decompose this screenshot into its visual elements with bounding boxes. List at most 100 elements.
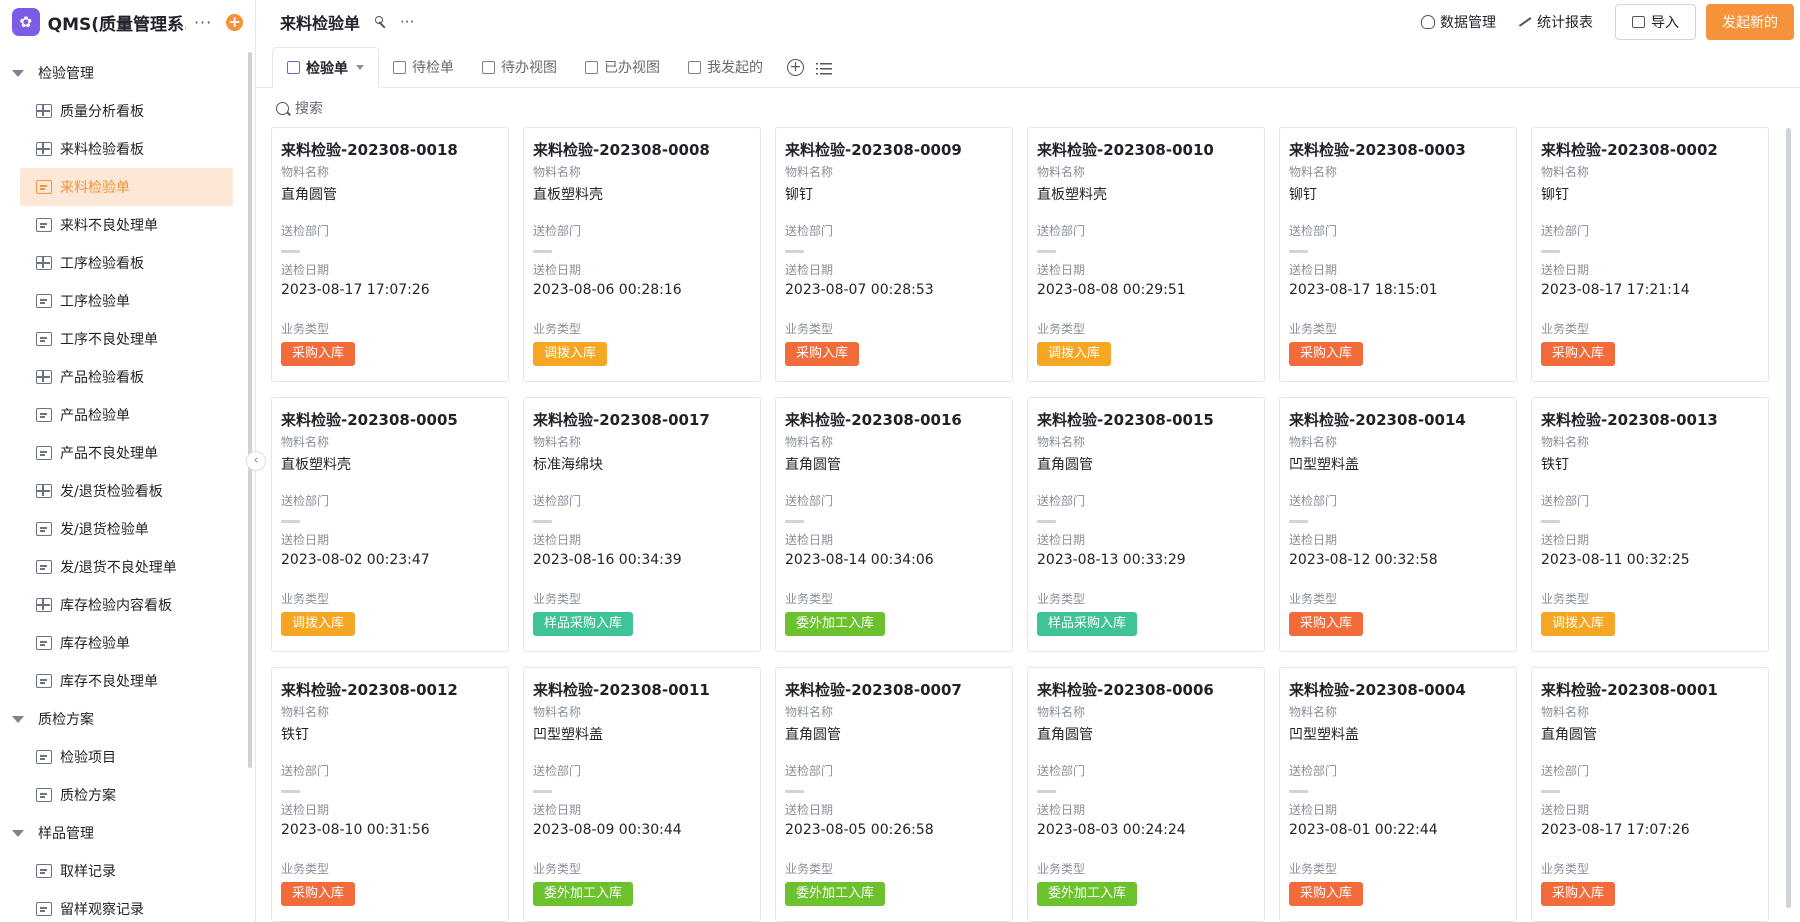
- stats-report-link[interactable]: 统计报表: [1518, 12, 1593, 32]
- tab-1[interactable]: 检验单: [272, 47, 379, 88]
- chevron-down-icon[interactable]: [356, 65, 364, 70]
- record-card[interactable]: 来料检验-202308-0006 物料名称 直角圆管 送检部门 送检日期 2023-08-…: [1027, 667, 1265, 922]
- sidebar-item-label: 检验项目: [60, 750, 116, 766]
- card-title: 来料检验-202308-0003: [1289, 141, 1466, 159]
- biz-type-badge: 采购入库: [1289, 882, 1364, 906]
- sidebar-item-label: 工序检验看板: [60, 256, 144, 272]
- import-button[interactable]: 导入: [1615, 4, 1696, 40]
- database-icon: [1421, 15, 1435, 29]
- sidebar-collapse-icon[interactable]: ‹: [246, 451, 266, 471]
- record-card[interactable]: 来料检验-202308-0007 物料名称 直角圆管 送检部门 送检日期 2023-08-…: [775, 667, 1013, 922]
- record-card[interactable]: 来料检验-202308-0011 物料名称 凹型塑料盖 送检部门 送检日期 2023-08…: [523, 667, 761, 922]
- sidebar-item-label: 发/退货检验单: [60, 522, 149, 538]
- tab-5[interactable]: 我发起的: [674, 47, 777, 87]
- sidebar-item[interactable]: 发/退货不良处理单: [20, 548, 233, 586]
- dept-empty-value: [785, 790, 804, 793]
- date-value: 2023-08-17 18:15:01: [1289, 282, 1438, 298]
- sidebar-item[interactable]: 来料不良处理单: [20, 206, 233, 244]
- sidebar-item[interactable]: 工序检验单: [20, 282, 233, 320]
- tab-3[interactable]: 待办视图: [468, 47, 571, 87]
- trend-chart-icon: [1518, 15, 1532, 29]
- date-label: 送检日期: [1289, 533, 1338, 547]
- sidebar-item[interactable]: 来料检验看板: [20, 130, 233, 168]
- dept-label: 送检部门: [533, 764, 582, 778]
- dept-empty-value: [281, 790, 300, 793]
- title-more-icon[interactable]: ···: [400, 13, 414, 31]
- record-card[interactable]: 来料检验-202308-0013 物料名称 铁钉 送检部门 送检日期 2023-08-11…: [1531, 397, 1769, 652]
- record-card[interactable]: 来料检验-202308-0005 物料名称 直板塑料壳 送检部门 送检日期 2023-08…: [271, 397, 509, 652]
- biz-type-badge: 调拨入库: [533, 342, 608, 366]
- sidebar-item[interactable]: 产品不良处理单: [20, 434, 233, 472]
- sidebar-item[interactable]: 库存不良处理单: [20, 662, 233, 700]
- app-add-icon[interactable]: +: [226, 13, 243, 31]
- add-view-icon[interactable]: +: [787, 59, 804, 76]
- record-card[interactable]: 来料检验-202308-0002 物料名称 铆钉 送检部门 送检日期 2023-08-17…: [1531, 127, 1769, 382]
- tab-label: 已办视图: [604, 60, 660, 76]
- dept-label: 送检部门: [1541, 764, 1590, 778]
- biz-type-label: 业务类型: [533, 592, 582, 606]
- sidebar-item[interactable]: 发/退货检验看板: [20, 472, 233, 510]
- tab-4[interactable]: 已办视图: [571, 47, 674, 87]
- record-card[interactable]: 来料检验-202308-0015 物料名称 直角圆管 送检部门 送检日期 2023-08-…: [1027, 397, 1265, 652]
- tab-label: 待办视图: [501, 60, 557, 76]
- sidebar-item[interactable]: 库存检验内容看板: [20, 586, 233, 624]
- record-card[interactable]: 来料检验-202308-0012 物料名称 铁钉 送检部门 送检日期 2023-08-10…: [271, 667, 509, 922]
- sidebar-item[interactable]: 发/退货检验单: [20, 510, 233, 548]
- sidebar-item[interactable]: 来料检验单: [20, 168, 233, 206]
- material-label: 物料名称: [533, 435, 582, 449]
- date-value: 2023-08-03 00:24:24: [1037, 822, 1186, 838]
- biz-type-badge: 调拨入库: [1541, 612, 1616, 636]
- record-card[interactable]: 来料检验-202308-0009 物料名称 铆钉 送检部门 送检日期 2023-08-07…: [775, 127, 1013, 382]
- date-label: 送检日期: [281, 263, 330, 277]
- material-label: 物料名称: [533, 705, 582, 719]
- record-card[interactable]: 来料检验-202308-0016 物料名称 直角圆管 送检部门 送检日期 2023-08-…: [775, 397, 1013, 652]
- sidebar-item[interactable]: 取样记录: [20, 852, 233, 890]
- tab-2[interactable]: 待检单: [379, 47, 468, 87]
- sidebar-item[interactable]: 质检方案: [20, 776, 233, 814]
- sidebar-group[interactable]: 检验管理: [0, 54, 255, 92]
- sidebar-item[interactable]: 产品检验看板: [20, 358, 233, 396]
- record-card[interactable]: 来料检验-202308-0008 物料名称 直板塑料壳 送检部门 送检日期 2023-08…: [523, 127, 761, 382]
- wrench-icon[interactable]: [374, 15, 388, 29]
- sidebar-item-label: 质量分析看板: [60, 104, 144, 120]
- record-card[interactable]: 来料检验-202308-0001 物料名称 直角圆管 送检部门 送检日期 2023-08-…: [1531, 667, 1769, 922]
- app-more-icon[interactable]: ···: [194, 13, 212, 32]
- record-card[interactable]: 来料检验-202308-0010 物料名称 直板塑料壳 送检部门 送检日期 2023-08…: [1027, 127, 1265, 382]
- record-card[interactable]: 来料检验-202308-0004 物料名称 凹型塑料盖 送检部门 送检日期 2023-08…: [1279, 667, 1517, 922]
- content-scrollbar[interactable]: [1786, 128, 1791, 908]
- sidebar-item[interactable]: 工序检验看板: [20, 244, 233, 282]
- dashboard-icon: [36, 370, 52, 384]
- sidebar-item[interactable]: 工序不良处理单: [20, 320, 233, 358]
- record-card[interactable]: 来料检验-202308-0017 物料名称 标准海绵块 送检部门 送检日期 2023-08…: [523, 397, 761, 652]
- dept-empty-value: [785, 520, 804, 523]
- sidebar-item[interactable]: 留样观察记录: [20, 890, 233, 922]
- biz-type-badge: 委外加工入库: [785, 612, 886, 636]
- sidebar-item[interactable]: 库存检验单: [20, 624, 233, 662]
- card-title: 来料检验-202308-0005: [281, 411, 458, 429]
- sidebar-scrollbar[interactable]: [248, 52, 252, 768]
- dept-label: 送检部门: [1037, 224, 1086, 238]
- sidebar-item[interactable]: 质量分析看板: [20, 92, 233, 130]
- biz-type-label: 业务类型: [785, 862, 834, 876]
- view-list-icon[interactable]: [816, 62, 832, 76]
- form-icon: [36, 294, 52, 308]
- sidebar-item[interactable]: 检验项目: [20, 738, 233, 776]
- record-card[interactable]: 来料检验-202308-0018 物料名称 直角圆管 送检部门 送检日期 2023-08-…: [271, 127, 509, 382]
- search-input[interactable]: 搜索: [276, 97, 323, 119]
- biz-type-label: 业务类型: [1037, 322, 1086, 336]
- date-value: 2023-08-08 00:29:51: [1037, 282, 1186, 298]
- sidebar-item[interactable]: 产品检验单: [20, 396, 233, 434]
- sidebar-item-label: 产品不良处理单: [60, 446, 158, 462]
- form-icon: [36, 636, 52, 650]
- material-label: 物料名称: [281, 705, 330, 719]
- material-label: 物料名称: [1541, 705, 1590, 719]
- new-record-button[interactable]: 发起新的: [1706, 4, 1794, 40]
- sidebar-group[interactable]: 质检方案: [0, 700, 255, 738]
- record-card[interactable]: 来料检验-202308-0003 物料名称 铆钉 送检部门 送检日期 2023-08-17…: [1279, 127, 1517, 382]
- sidebar-group[interactable]: 样品管理: [0, 814, 255, 852]
- biz-type-badge: 采购入库: [785, 342, 860, 366]
- date-label: 送检日期: [1289, 803, 1338, 817]
- biz-type-label: 业务类型: [1037, 862, 1086, 876]
- record-card[interactable]: 来料检验-202308-0014 物料名称 凹型塑料盖 送检部门 送检日期 2023-08…: [1279, 397, 1517, 652]
- data-manage-link[interactable]: 数据管理: [1421, 12, 1496, 32]
